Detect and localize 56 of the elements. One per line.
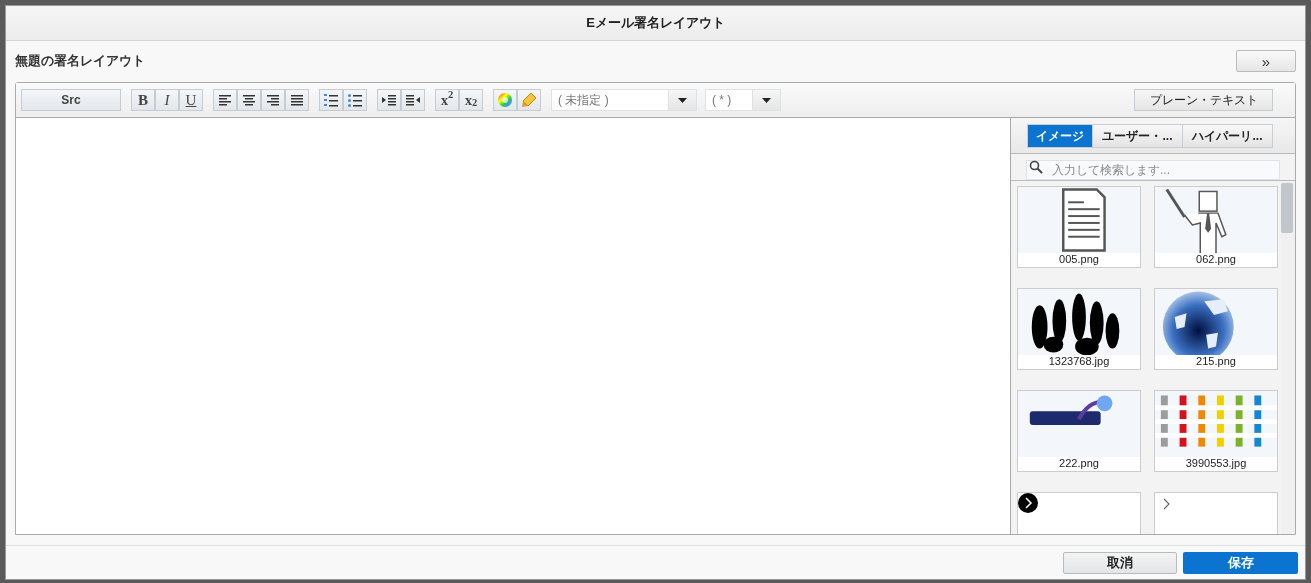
highlighter-icon [521,92,537,108]
italic-button[interactable]: I [155,89,179,111]
font-dropdown[interactable]: ( 未指定 ) [551,89,697,111]
save-button[interactable]: 保存 [1183,551,1298,574]
chevron-icon [1018,493,1038,513]
file-name: 215.png [1195,356,1237,367]
highlight-button[interactable] [517,89,541,111]
align-center-button[interactable] [237,89,261,111]
justify-icon [289,92,305,108]
cancel-button[interactable]: 取消 [1063,551,1177,574]
scrollbar-thumb[interactable] [1281,183,1293,233]
bold-button[interactable]: B [131,89,155,111]
search-field[interactable]: 入力して検索します... [1026,160,1280,180]
bullet-list-button[interactable] [343,89,367,111]
image-tile[interactable]: 3990553.jpg [1154,390,1278,472]
dialog-title: Eメール署名レイアウト [586,14,725,33]
image-tile[interactable]: 215.png [1154,288,1278,370]
color-wheel-icon [497,92,513,108]
panel-tab[interactable]: イメージ [1028,124,1092,147]
justify-button[interactable] [285,89,309,111]
image-tile[interactable]: 005.png [1017,186,1141,268]
align-left-icon [217,92,233,108]
search-icon [1029,160,1043,174]
file-name: 3990553.jpg [1184,458,1248,469]
file-name: 005.png [1058,254,1100,265]
indent-icon [381,92,397,108]
chevron-icon [1163,498,1170,510]
size-dropdown[interactable]: ( * ) [705,89,781,111]
source-button[interactable]: Src [21,89,121,111]
panel-tab[interactable]: ユーザー・... [1092,124,1182,147]
text-color-button[interactable] [493,89,517,111]
subscript-button[interactable]: x$_{2}$ [459,89,483,111]
align-center-icon [241,92,257,108]
align-right-icon [265,92,281,108]
outdent-icon [405,92,421,108]
image-tile[interactable]: 062.png [1154,186,1278,268]
file-name: 062.png [1195,254,1237,265]
dropdown-icon [762,97,771,103]
align-left-button[interactable] [213,89,237,111]
bullet-list-icon [347,92,363,108]
indent-button[interactable] [377,89,401,111]
plain-text-button[interactable]: プレーン・テキスト [1134,89,1273,111]
image-tile[interactable]: 1323768.jpg [1017,288,1141,370]
numbered-list-icon [323,92,339,108]
underline-button[interactable]: U [179,89,203,111]
expand-button[interactable]: » [1236,50,1296,72]
superscript-button[interactable]: x$^{2}$ [435,89,459,111]
file-name: 1323768.jpg [1047,356,1111,367]
image-tile[interactable]: 222.png [1017,390,1141,472]
panel-tab[interactable]: ハイパーリ... [1182,124,1272,147]
outdent-button[interactable] [401,89,425,111]
file-name: 222.png [1058,458,1100,469]
align-right-button[interactable] [261,89,285,111]
ordered-list-button[interactable] [319,89,343,111]
dropdown-icon [678,97,687,103]
layout-name: 無題の署名レイアウト [15,52,145,71]
